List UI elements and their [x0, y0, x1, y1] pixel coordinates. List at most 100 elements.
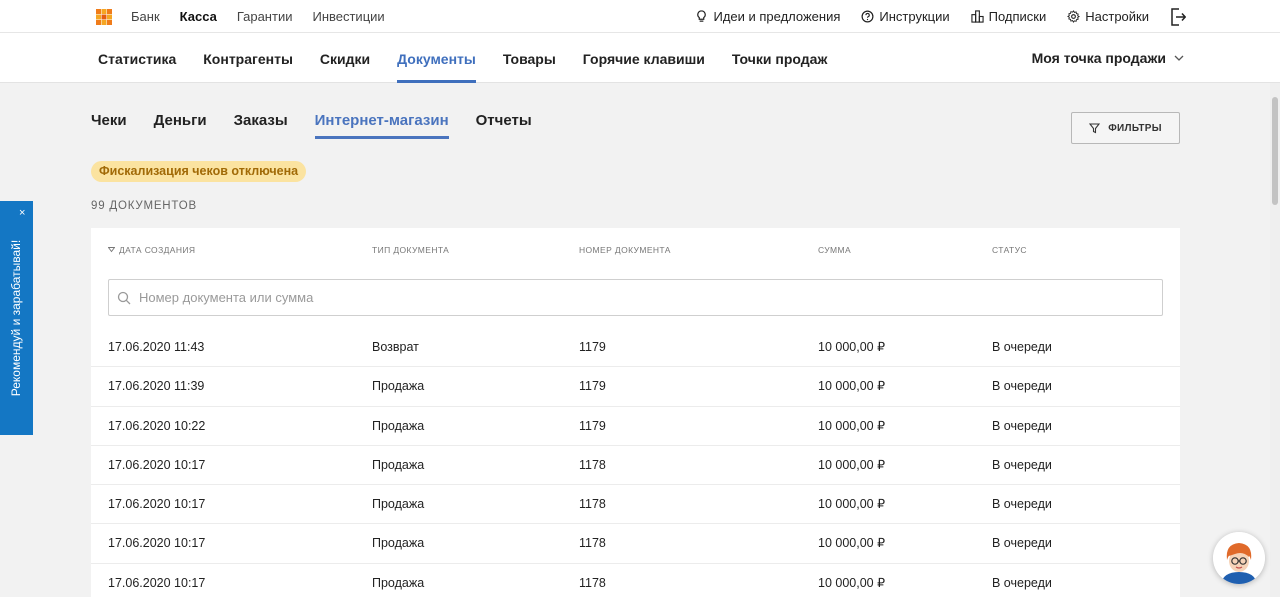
cell-number: 1179 — [579, 340, 606, 354]
cell-status: В очереди — [992, 497, 1052, 512]
referral-promo-label: Рекомендуй и зарабатывай! — [9, 239, 24, 397]
filters-button[interactable]: ФИЛЬТРЫ — [1071, 112, 1180, 144]
assistant-avatar-button[interactable] — [1213, 532, 1265, 584]
document-search — [108, 279, 1163, 316]
close-icon[interactable]: × — [19, 207, 25, 219]
nav-discounts[interactable]: Скидки — [320, 33, 370, 83]
top-bar: Банк Касса Гарантии Инвестиции Идеи и пр… — [0, 0, 1280, 33]
cell-status: В очереди — [992, 536, 1052, 551]
cell-date: 17.06.2020 10:17 — [108, 457, 206, 472]
top-link-investments[interactable]: Инвестиции — [312, 9, 384, 24]
tab-orders[interactable]: Заказы — [234, 112, 288, 137]
cell-number: 1179 — [579, 418, 606, 433]
cell-sum: 10 000,00 ₽ — [818, 379, 886, 394]
header-type[interactable]: ТИП ДОКУМЕНТА — [372, 245, 449, 255]
filters-label: ФИЛЬТРЫ — [1108, 122, 1162, 134]
cell-type: Возврат — [372, 340, 419, 354]
gear-icon — [1067, 10, 1081, 23]
cell-date: 17.06.2020 10:17 — [108, 497, 206, 512]
page-scrollbar[interactable] — [1270, 83, 1280, 597]
cell-sum: 10 000,00 ₽ — [818, 497, 886, 512]
table-row[interactable]: 17.06.2020 10:17 Продажа 1178 10 000,00 … — [91, 564, 1180, 597]
logout-button[interactable] — [1170, 7, 1186, 26]
table-row[interactable]: 17.06.2020 11:43 Возврат 1179 10 000,00 … — [91, 328, 1180, 368]
fiscalization-status-badge: Фискализация чеков отключена — [91, 161, 307, 182]
chevron-down-icon — [1174, 55, 1184, 61]
scrollbar-thumb[interactable] — [1272, 97, 1278, 205]
cell-date: 17.06.2020 11:39 — [108, 379, 205, 394]
document-subtabs: Чеки Деньги Заказы Интернет-магазин Отче… — [91, 112, 532, 139]
main-navigation: Статистика Контрагенты Скидки Документы … — [0, 33, 1280, 83]
assistant-avatar-icon — [1213, 532, 1265, 584]
logout-icon — [1171, 7, 1186, 26]
instructions-link[interactable]: Инструкции — [861, 9, 950, 24]
subscriptions-label: Подписки — [988, 9, 1047, 24]
document-count: 99 ДОКУМЕНТОВ — [91, 200, 197, 212]
subscriptions-icon — [970, 10, 984, 23]
top-right-menu: Идеи и предложения Инструкции Подписки Н… — [695, 0, 1280, 33]
documents-table: ДАТА СОЗДАНИЯ ТИП ДОКУМЕНТА НОМЕР ДОКУМЕ… — [91, 228, 1180, 597]
nav-points-of-sale[interactable]: Точки продаж — [732, 33, 827, 83]
cell-type: Продажа — [372, 536, 425, 551]
search-input[interactable] — [139, 290, 1039, 305]
cell-date: 17.06.2020 10:17 — [108, 536, 206, 551]
cell-status: В очереди — [992, 575, 1052, 590]
nav-counterparties[interactable]: Контрагенты — [203, 33, 293, 83]
table-row[interactable]: 17.06.2020 10:17 Продажа 1178 10 000,00 … — [91, 524, 1180, 564]
instructions-label: Инструкции — [879, 9, 950, 24]
cell-type: Продажа — [372, 418, 425, 433]
ideas-link[interactable]: Идеи и предложения — [695, 9, 840, 24]
table-row[interactable]: 17.06.2020 10:17 Продажа 1178 10 000,00 … — [91, 485, 1180, 525]
lightbulb-icon — [697, 10, 707, 22]
table-row[interactable]: 17.06.2020 10:22 Продажа 1179 10 000,00 … — [91, 407, 1180, 446]
point-of-sale-select[interactable]: Моя точка продажи — [1032, 33, 1184, 83]
settings-label: Настройки — [1085, 9, 1149, 24]
header-sum[interactable]: СУММА — [818, 245, 851, 255]
table-row[interactable]: 17.06.2020 10:17 Продажа 1178 10 000,00 … — [91, 446, 1180, 486]
nav-goods[interactable]: Товары — [503, 33, 556, 83]
cell-date: 17.06.2020 11:43 — [108, 340, 205, 354]
top-link-kassa[interactable]: Касса — [180, 9, 217, 24]
cell-status: В очереди — [992, 457, 1052, 472]
cell-type: Продажа — [372, 575, 425, 590]
header-date[interactable]: ДАТА СОЗДАНИЯ — [108, 245, 195, 255]
cell-type: Продажа — [372, 457, 425, 472]
cell-number: 1178 — [579, 536, 606, 551]
tab-receipts[interactable]: Чеки — [91, 112, 127, 137]
cell-date: 17.06.2020 10:22 — [108, 418, 206, 433]
cell-number: 1178 — [579, 575, 606, 590]
table-row[interactable]: 17.06.2020 11:39 Продажа 1179 10 000,00 … — [91, 367, 1180, 407]
cell-number: 1179 — [579, 379, 606, 394]
table-body: 17.06.2020 11:43 Возврат 1179 10 000,00 … — [91, 328, 1180, 597]
header-number[interactable]: НОМЕР ДОКУМЕНТА — [579, 245, 671, 255]
nav-statistics[interactable]: Статистика — [98, 33, 176, 83]
point-of-sale-label: Моя точка продажи — [1031, 50, 1166, 66]
cell-status: В очереди — [992, 418, 1052, 433]
tab-online-store[interactable]: Интернет-магазин — [314, 112, 449, 139]
cell-sum: 10 000,00 ₽ — [818, 536, 886, 551]
ideas-label: Идеи и предложения — [713, 9, 841, 24]
settings-link[interactable]: Настройки — [1067, 9, 1149, 24]
subscriptions-link[interactable]: Подписки — [970, 9, 1047, 24]
help-circle-icon — [861, 10, 874, 23]
nav-documents[interactable]: Документы — [397, 33, 476, 83]
cell-number: 1178 — [579, 497, 606, 512]
top-link-guarantees[interactable]: Гарантии — [237, 9, 293, 24]
filter-icon — [1089, 122, 1101, 133]
search-icon — [117, 291, 131, 304]
cell-number: 1178 — [579, 457, 606, 472]
cell-status: В очереди — [992, 379, 1052, 394]
bank-logo-icon[interactable] — [96, 9, 112, 25]
header-status[interactable]: СТАТУС — [992, 245, 1027, 255]
header-date-label: ДАТА СОЗДАНИЯ — [119, 245, 196, 255]
cell-status: В очереди — [992, 340, 1052, 354]
cell-sum: 10 000,00 ₽ — [818, 418, 886, 433]
referral-promo-text-wrap: Рекомендуй и зарабатывай! — [0, 201, 33, 435]
tab-reports[interactable]: Отчеты — [476, 112, 532, 137]
cell-sum: 10 000,00 ₽ — [818, 457, 886, 472]
tab-money[interactable]: Деньги — [154, 112, 207, 137]
top-link-bank[interactable]: Банк — [131, 9, 160, 24]
referral-promo-tab[interactable]: Рекомендуй и зарабатывай! × — [0, 201, 33, 435]
top-links: Банк Касса Гарантии Инвестиции — [131, 0, 385, 33]
nav-hotkeys[interactable]: Горячие клавиши — [583, 33, 705, 83]
